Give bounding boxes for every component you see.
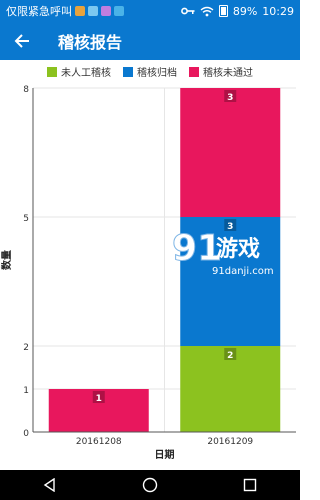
y-tick-label: 1 — [23, 386, 29, 396]
nav-recents-button[interactable] — [230, 470, 270, 500]
bar-segment[interactable] — [180, 88, 281, 217]
y-axis-title: 数量 — [0, 250, 13, 270]
y-tick-label: 8 — [23, 85, 29, 95]
key-icon — [180, 7, 195, 15]
status-left: 仅限紧急呼叫 — [6, 3, 124, 19]
y-tick-label: 5 — [23, 214, 29, 224]
data-label: 3 — [227, 93, 233, 103]
app-notification-icon — [88, 6, 98, 16]
wifi-icon — [200, 6, 214, 16]
data-label: 3 — [227, 222, 233, 232]
recents-square-icon — [243, 478, 257, 492]
home-circle-icon — [142, 477, 158, 493]
carrier-text: 仅限紧急呼叫 — [6, 5, 72, 18]
bar-segment[interactable] — [180, 217, 281, 346]
back-button[interactable] — [0, 22, 44, 60]
x-tick-label: 20161208 — [76, 437, 122, 447]
y-tick-label: 0 — [23, 429, 29, 439]
y-tick-label: 2 — [23, 343, 29, 353]
nav-home-button[interactable] — [130, 470, 170, 500]
app-notification-icon — [114, 6, 124, 16]
status-bar: 仅限紧急呼叫 89% 10:29 — [0, 0, 300, 22]
battery-icon — [218, 5, 228, 17]
arrow-left-icon — [14, 34, 29, 48]
chart-svg: 1 2 3 3 0 1 2 5 8 20161208 20161209 日期 数量 — [0, 85, 296, 461]
data-label: 1 — [96, 394, 102, 404]
app-notification-icon — [75, 6, 85, 16]
x-axis-title: 日期 — [155, 448, 175, 461]
clock: 10:29 — [262, 4, 294, 18]
back-triangle-icon — [43, 478, 55, 492]
page-title: 稽核报告 — [58, 33, 123, 52]
status-right: 89% 10:29 — [180, 4, 294, 18]
data-label: 2 — [227, 351, 233, 361]
battery-percent: 89% — [232, 4, 258, 18]
nav-back-button[interactable] — [30, 470, 70, 500]
system-nav-bar — [0, 470, 300, 500]
chart-area: 未人工稽核 稽核归档 稽核未通过 1233 0 1 2 5 8 20161208 20161… — [0, 60, 300, 470]
app-bar: 稽核报告 — [0, 22, 300, 60]
app-notification-icon — [101, 6, 111, 16]
x-tick-label: 20161209 — [207, 437, 253, 447]
